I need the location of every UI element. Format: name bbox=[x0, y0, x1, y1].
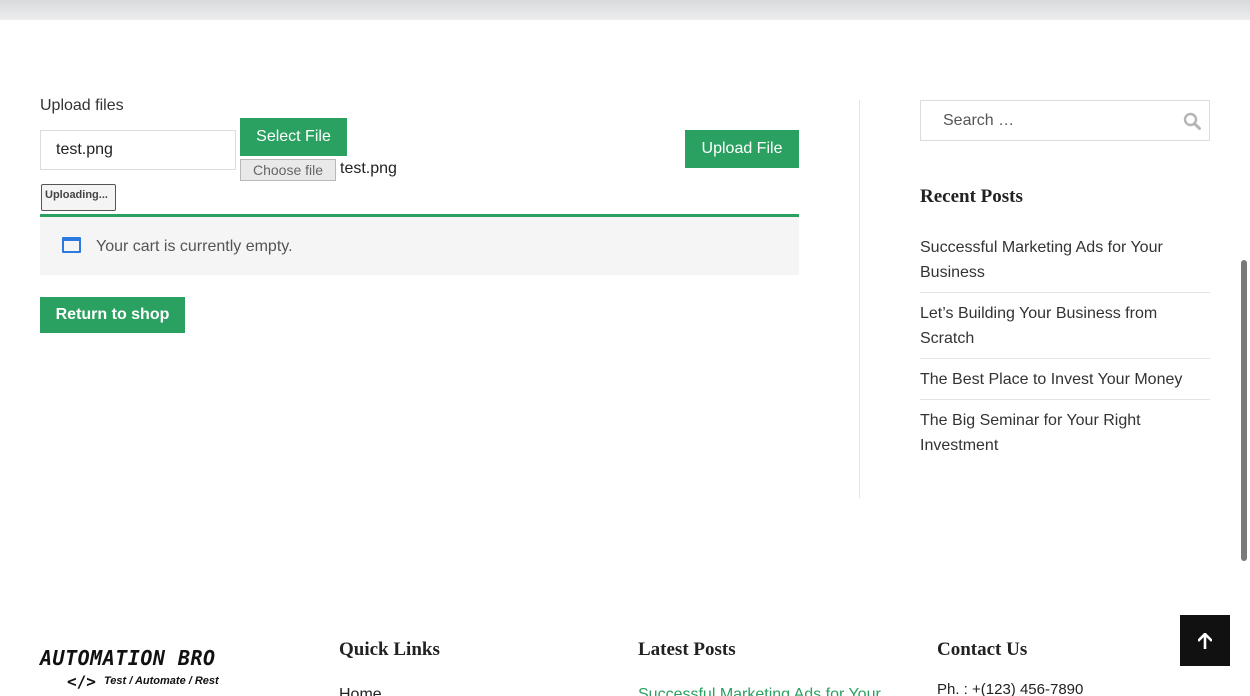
list-item: Successful Marketing Ads for Your Busine… bbox=[920, 235, 1210, 293]
chosen-file-name: test.png bbox=[340, 160, 397, 177]
top-header-bar bbox=[0, 0, 1250, 20]
footer-latest-post-link[interactable]: Successful Marketing Ads for Your bbox=[638, 686, 893, 696]
footer-link-home[interactable]: Home bbox=[339, 686, 382, 696]
list-item: The Best Place to Invest Your Money bbox=[920, 359, 1210, 400]
contact-us-title: Contact Us bbox=[937, 639, 1028, 660]
notice-message: Your cart is currently empty. bbox=[96, 238, 293, 255]
search-form bbox=[920, 100, 1210, 141]
cart-empty-notice: Your cart is currently empty. bbox=[40, 214, 799, 275]
search-icon[interactable] bbox=[1183, 112, 1201, 130]
scrollbar-thumb[interactable] bbox=[1241, 260, 1247, 561]
arrow-up-icon bbox=[1198, 632, 1212, 649]
sidebar-divider bbox=[859, 100, 860, 498]
quick-links-title: Quick Links bbox=[339, 639, 440, 660]
search-input[interactable] bbox=[921, 101, 1171, 140]
code-icon: </> bbox=[67, 672, 96, 691]
list-item: Let’s Building Your Business from Scratc… bbox=[920, 293, 1210, 359]
recent-post-link[interactable]: The Big Seminar for Your Right Investmen… bbox=[920, 408, 1210, 458]
filename-input[interactable] bbox=[40, 130, 236, 170]
upload-file-button[interactable]: Upload File bbox=[685, 130, 799, 168]
upload-status: Uploading... bbox=[41, 184, 116, 211]
select-file-button[interactable]: Select File bbox=[240, 118, 347, 156]
recent-post-link[interactable]: Let’s Building Your Business from Scratc… bbox=[920, 301, 1210, 351]
site-logo[interactable]: AUTOMATION BRO </> Test / Automate / Res… bbox=[40, 646, 240, 696]
contact-phone: Ph. : +(123) 456-7890 bbox=[937, 681, 1084, 696]
logo-wordmark: AUTOMATION BRO bbox=[40, 646, 216, 670]
latest-posts-title: Latest Posts bbox=[638, 639, 736, 660]
return-to-shop-button[interactable]: Return to shop bbox=[40, 297, 185, 333]
recent-posts-title: Recent Posts bbox=[920, 186, 1023, 207]
recent-post-link[interactable]: Successful Marketing Ads for Your Busine… bbox=[920, 235, 1210, 285]
upload-files-label: Upload files bbox=[40, 97, 124, 114]
window-icon bbox=[62, 237, 81, 253]
recent-posts-list: Successful Marketing Ads for Your Busine… bbox=[920, 235, 1210, 465]
list-item: The Big Seminar for Your Right Investmen… bbox=[920, 400, 1210, 465]
recent-post-link[interactable]: The Best Place to Invest Your Money bbox=[920, 367, 1210, 392]
logo-tagline: Test / Automate / Rest bbox=[104, 675, 219, 687]
back-to-top-button[interactable] bbox=[1180, 615, 1230, 666]
choose-file-button[interactable]: Choose file bbox=[240, 159, 336, 181]
